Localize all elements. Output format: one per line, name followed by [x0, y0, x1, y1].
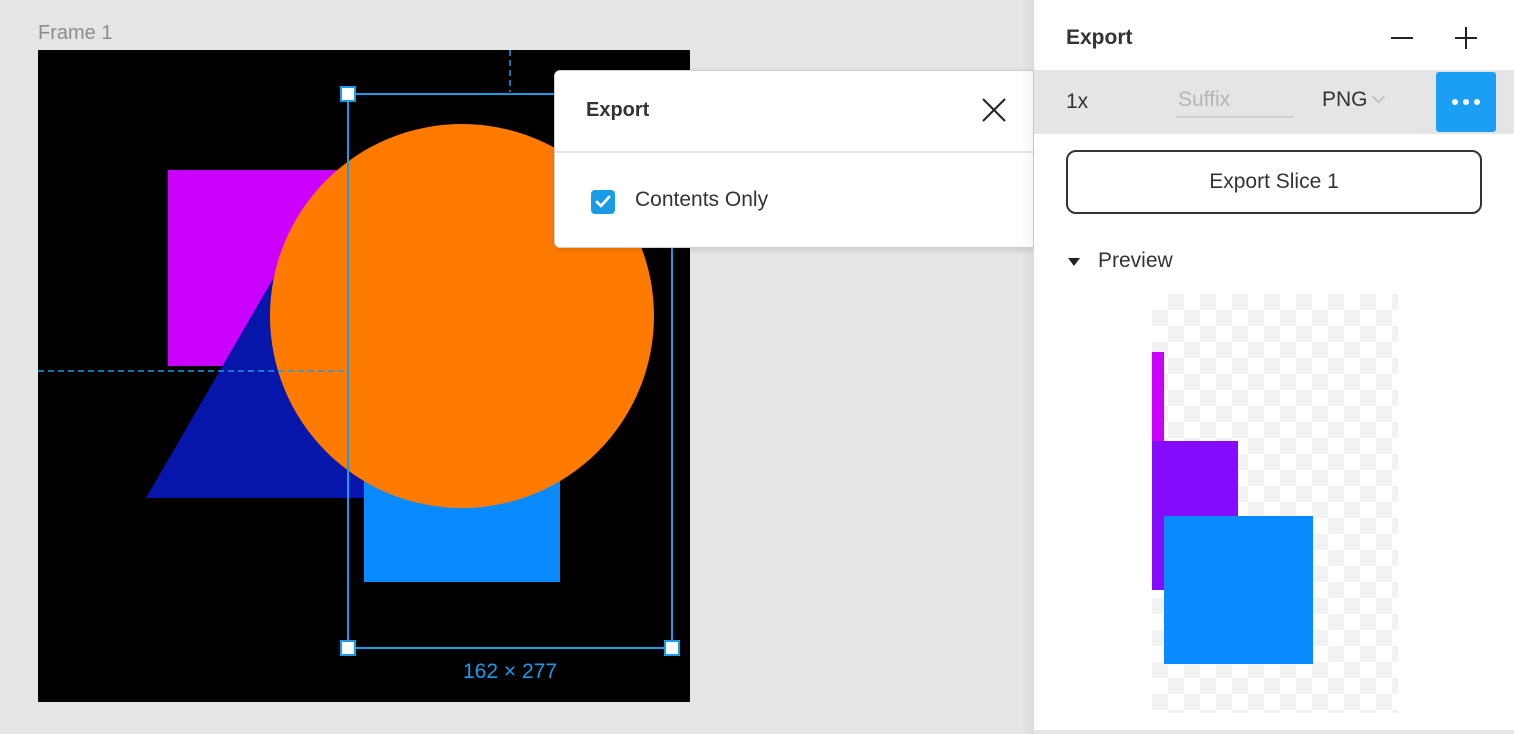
plus-icon — [1455, 27, 1477, 49]
export-popover: Export Contents Only — [554, 70, 1034, 248]
panel-shadow — [1020, 0, 1034, 734]
panel-divider — [1034, 730, 1514, 734]
preview-magenta-shape — [1152, 352, 1164, 442]
format-select[interactable]: PNG — [1322, 88, 1385, 112]
preview-artwork — [1152, 352, 1313, 664]
panel-title: Export — [1066, 26, 1133, 49]
preview-blue-shape — [1164, 516, 1313, 664]
resize-handle-bottom-right[interactable] — [664, 640, 680, 656]
frame-label[interactable]: Frame 1 — [38, 22, 112, 45]
remove-export-button[interactable] — [1390, 24, 1414, 52]
resize-handle-bottom-left[interactable] — [340, 640, 356, 656]
preview-label[interactable]: Preview — [1098, 249, 1173, 273]
export-setting-row: 1x PNG — [1034, 70, 1514, 134]
selection-dimensions-label: 162 × 277 — [462, 660, 557, 683]
close-icon — [982, 98, 1006, 122]
resize-handle-top-left[interactable] — [340, 86, 356, 102]
contents-only-checkbox[interactable] — [591, 190, 615, 214]
preview-toggle-triangle-icon[interactable] — [1068, 258, 1080, 266]
add-export-button[interactable] — [1452, 24, 1480, 52]
export-preview — [1152, 294, 1398, 713]
export-panel: Export 1x PNG Export Slice 1 Preview — [1034, 0, 1514, 734]
scale-select[interactable]: 1x — [1066, 90, 1088, 114]
export-slice-button[interactable]: Export Slice 1 — [1066, 150, 1482, 214]
close-button[interactable] — [979, 95, 1009, 125]
suffix-input[interactable] — [1176, 84, 1294, 118]
ellipsis-icon — [1452, 99, 1480, 105]
checkmark-icon — [595, 195, 611, 208]
minus-icon — [1391, 37, 1413, 39]
contents-only-label[interactable]: Contents Only — [635, 188, 768, 212]
popover-divider — [555, 151, 1033, 153]
popover-title: Export — [586, 99, 650, 121]
more-options-button[interactable] — [1436, 72, 1496, 132]
format-value: PNG — [1322, 88, 1368, 111]
chevron-down-icon — [1371, 90, 1385, 103]
